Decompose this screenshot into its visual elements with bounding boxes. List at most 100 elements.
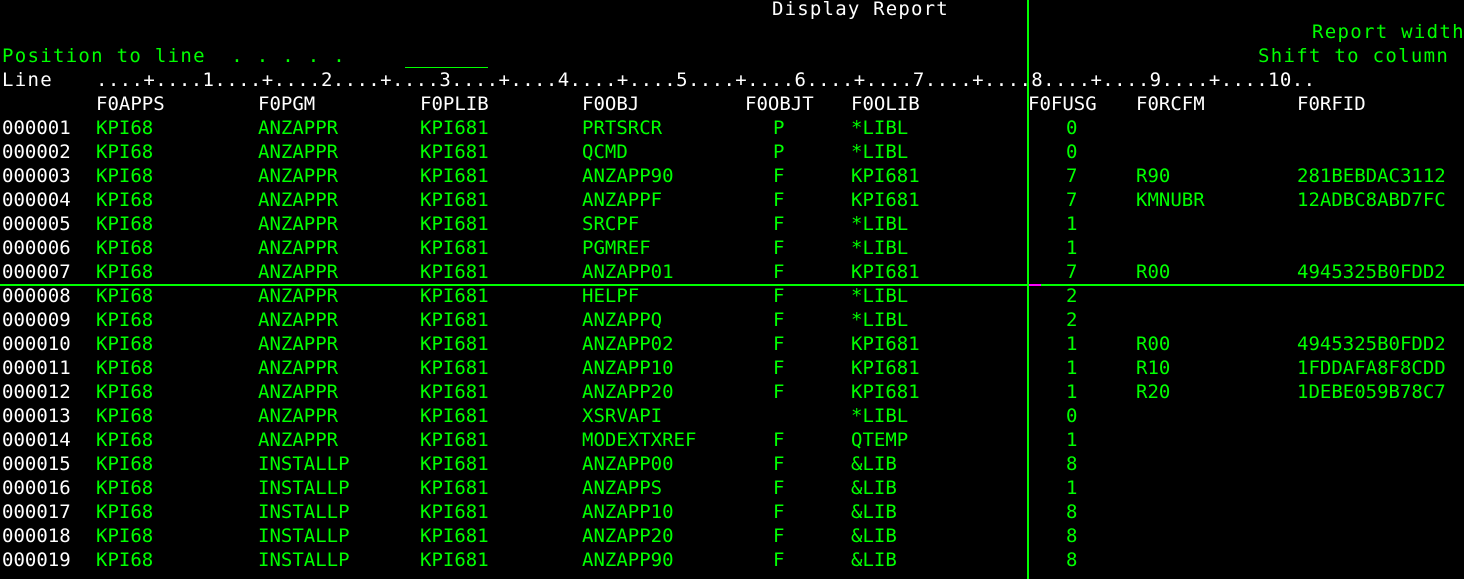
cell-object-type: F: [773, 525, 785, 547]
line-number: 000008: [2, 285, 71, 307]
table-row: 000016 KPI68 INSTALLP KPI681 ANZAPPS F &LIB 1: [0, 476, 1464, 500]
line-number: 000003: [2, 165, 71, 187]
cell-program-library: KPI681: [420, 309, 489, 331]
cell-app: KPI68: [96, 141, 154, 163]
table-row: 000012 KPI68 ANZAPPR KPI681 ANZAPP20 F KPI681 1…: [0, 380, 1464, 404]
cell-program: INSTALLP: [258, 549, 350, 571]
cell-object: ANZAPPS: [582, 477, 663, 499]
screen-title: Display Report: [772, 0, 949, 20]
cell-program-library: KPI681: [420, 381, 489, 403]
cell-program: ANZAPPR: [258, 189, 339, 211]
line-number: 000014: [2, 429, 71, 451]
cell-program: ANZAPPR: [258, 309, 339, 331]
cell-object: XSRVAPI: [582, 405, 663, 427]
cell-object: ANZAPP00: [582, 453, 674, 475]
cell-object: SRCPF: [582, 213, 640, 235]
cell-app: KPI68: [96, 237, 154, 259]
table-row: 000001 KPI68 ANZAPPR KPI681 PRTSRCR P *LIBL 0: [0, 116, 1464, 140]
table-row: 000013 KPI68 ANZAPPR KPI681 XSRVAPI *LIBL 0: [0, 404, 1464, 428]
line-number: 000019: [2, 549, 71, 571]
cell-app: KPI68: [96, 261, 154, 283]
cell-object: ANZAPP10: [582, 357, 674, 379]
cell-program: ANZAPPR: [258, 429, 339, 451]
cell-object-library: QTEMP: [851, 429, 909, 451]
cell-object-library: &LIB: [851, 501, 897, 523]
line-number: 000017: [2, 501, 71, 523]
cell-record-format: R90: [1136, 165, 1171, 187]
cell-object-library: &LIB: [851, 549, 897, 571]
cell-object-type: F: [773, 189, 785, 211]
cell-usage: 1: [1066, 213, 1078, 235]
line-number: 000006: [2, 237, 71, 259]
cell-object: PGMREF: [582, 237, 651, 259]
cell-usage: 2: [1066, 309, 1078, 331]
line-number: 000011: [2, 357, 71, 379]
cell-app: KPI68: [96, 189, 154, 211]
cell-record-format-id: 4945325B0FDD2: [1297, 261, 1446, 283]
column-ruler: ....+....1....+....2....+....3....+....4…: [96, 69, 1316, 91]
cell-app: KPI68: [96, 333, 154, 355]
cell-object-type: P: [773, 141, 785, 163]
cell-program-library: KPI681: [420, 477, 489, 499]
table-row: 000009 KPI68 ANZAPPR KPI681 ANZAPPQ F *LIBL 2: [0, 308, 1464, 332]
cell-object-type: F: [773, 165, 785, 187]
position-to-line-label: Position to line . . . . .: [2, 45, 346, 67]
line-number: 000001: [2, 117, 71, 139]
cell-usage: 1: [1066, 237, 1078, 259]
cell-object: ANZAPP10: [582, 501, 674, 523]
cell-record-format: R00: [1136, 261, 1171, 283]
cell-object: HELPF: [582, 285, 640, 307]
cell-app: KPI68: [96, 165, 154, 187]
cell-program: INSTALLP: [258, 501, 350, 523]
cell-usage: 0: [1066, 117, 1078, 139]
terminal-screen: Display Report Report width Position to …: [0, 0, 1464, 579]
cell-record-format: R20: [1136, 381, 1171, 403]
table-row: 000018 KPI68 INSTALLP KPI681 ANZAPP20 F &LIB 8: [0, 524, 1464, 548]
table-row: 000011 KPI68 ANZAPPR KPI681 ANZAPP10 F KPI681 1…: [0, 356, 1464, 380]
column-header-f0apps: F0APPS: [96, 93, 165, 115]
cell-object-library: &LIB: [851, 477, 897, 499]
table-row: 000006 KPI68 ANZAPPR KPI681 PGMREF F *LIBL 1: [0, 236, 1464, 260]
cell-app: KPI68: [96, 213, 154, 235]
cell-object-type: F: [773, 309, 785, 331]
cell-program-library: KPI681: [420, 213, 489, 235]
cell-object: ANZAPP20: [582, 525, 674, 547]
cell-usage: 1: [1066, 381, 1078, 403]
line-number: 000018: [2, 525, 71, 547]
cell-object-library: *LIBL: [851, 141, 909, 163]
cell-program-library: KPI681: [420, 189, 489, 211]
cell-app: KPI68: [96, 453, 154, 475]
cell-app: KPI68: [96, 309, 154, 331]
cell-program: ANZAPPR: [258, 285, 339, 307]
cell-object-type: F: [773, 357, 785, 379]
cell-object: ANZAPP02: [582, 333, 674, 355]
cell-object-type: F: [773, 261, 785, 283]
cell-object-type: F: [773, 285, 785, 307]
cell-object-type: F: [773, 501, 785, 523]
cell-app: KPI68: [96, 381, 154, 403]
cell-object-type: F: [773, 477, 785, 499]
cell-program-library: KPI681: [420, 117, 489, 139]
cell-object-library: *LIBL: [851, 285, 909, 307]
cell-object: ANZAPP90: [582, 165, 674, 187]
table-row: 000010 KPI68 ANZAPPR KPI681 ANZAPP02 F KPI681 1…: [0, 332, 1464, 356]
cell-program: ANZAPPR: [258, 333, 339, 355]
cell-program-library: KPI681: [420, 261, 489, 283]
cursor-crosshair-horizontal: [0, 284, 1464, 286]
cell-object-type: F: [773, 237, 785, 259]
cell-program-library: KPI681: [420, 237, 489, 259]
cell-object: ANZAPP90: [582, 549, 674, 571]
cell-object-type: P: [773, 117, 785, 139]
table-row: 000005 KPI68 ANZAPPR KPI681 SRCPF F *LIBL 1: [0, 212, 1464, 236]
cell-program: ANZAPPR: [258, 141, 339, 163]
line-number: 000016: [2, 477, 71, 499]
cell-object-library: *LIBL: [851, 309, 909, 331]
cell-program-library: KPI681: [420, 453, 489, 475]
line-number: 000010: [2, 333, 71, 355]
cell-app: KPI68: [96, 357, 154, 379]
position-to-line-input[interactable]: [405, 45, 488, 68]
cell-program-library: KPI681: [420, 165, 489, 187]
cell-usage: 8: [1066, 453, 1078, 475]
cell-usage: 2: [1066, 285, 1078, 307]
line-number: 000013: [2, 405, 71, 427]
